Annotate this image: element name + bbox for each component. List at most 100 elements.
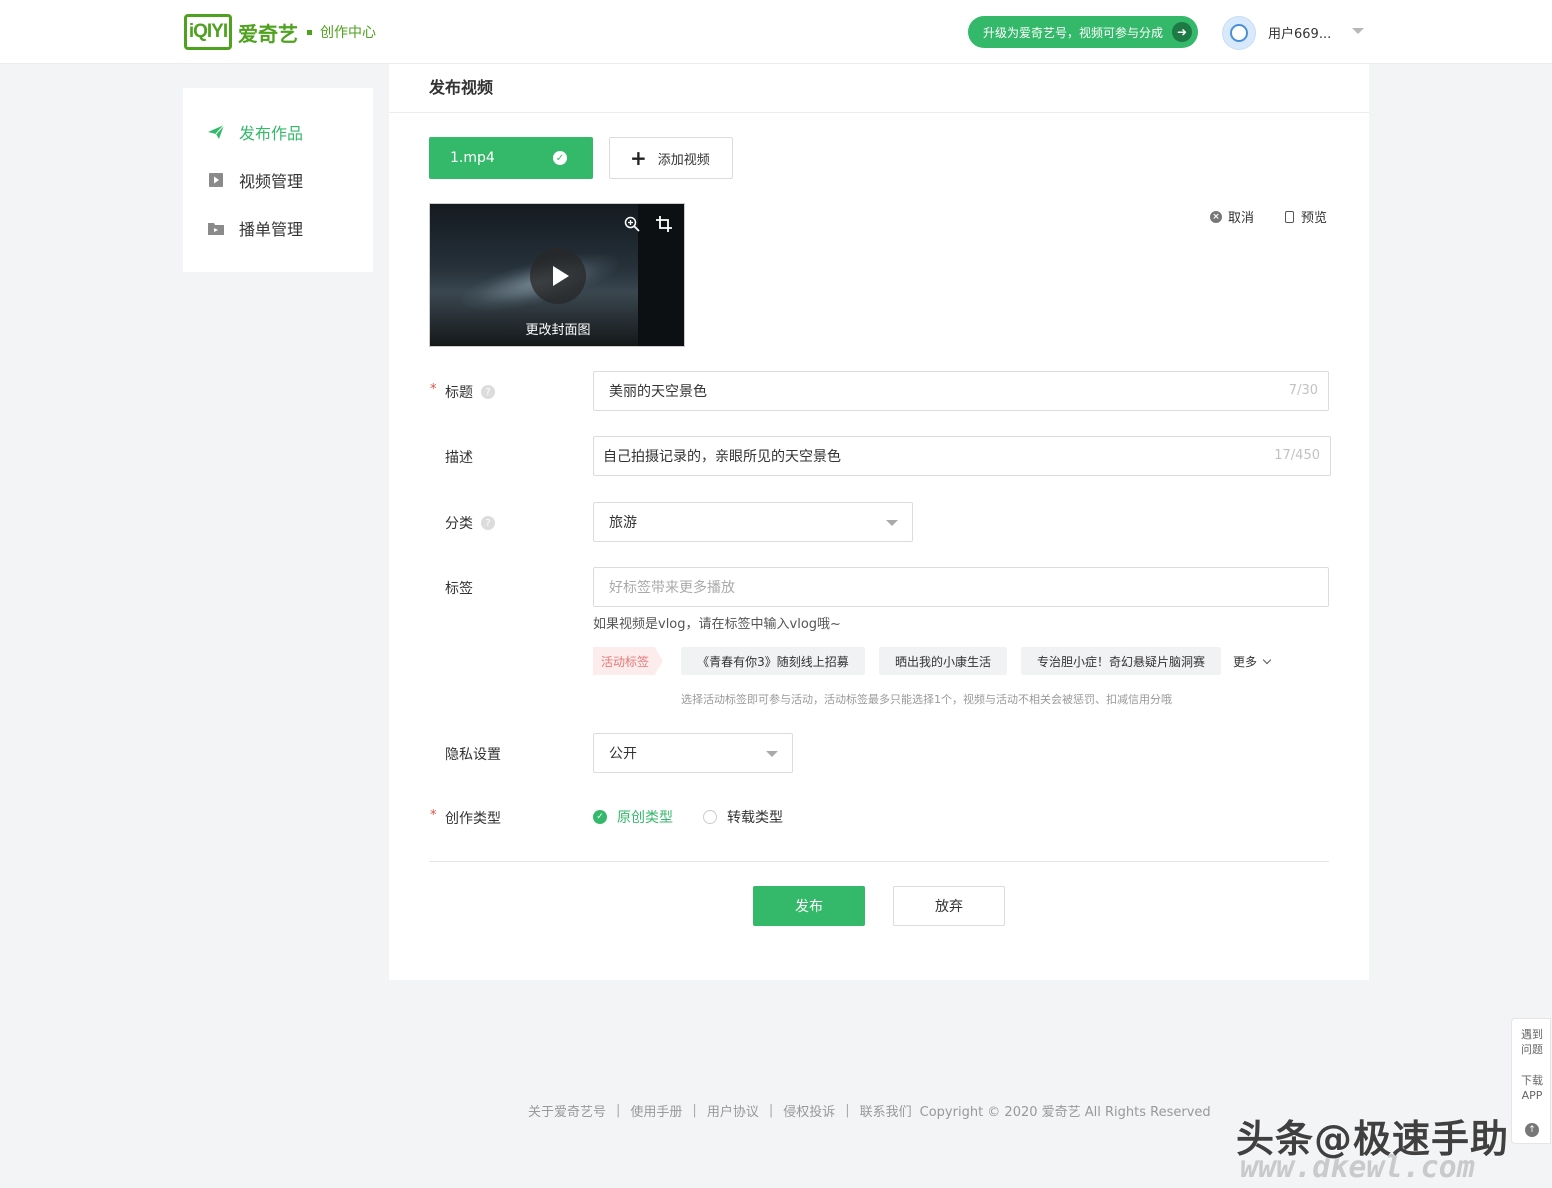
- avatar[interactable]: [1222, 16, 1256, 50]
- floating-help-panel: 遇到问题 下载APP ↑: [1511, 1018, 1551, 1144]
- sidebar-item-label: 播单管理: [239, 220, 304, 239]
- required-mark: *: [430, 382, 437, 397]
- play-button[interactable]: [530, 248, 586, 304]
- title-divider: [389, 112, 1369, 113]
- radio-repost[interactable]: 转载类型: [703, 807, 783, 827]
- upgrade-label: 升级为爱奇艺号，视频可参与分成: [983, 25, 1164, 40]
- copyright: Copyright © 2020 爱奇艺 All Rights Reserved: [919, 1105, 1211, 1120]
- video-cover-thumbnail[interactable]: 更改封面图: [429, 203, 685, 347]
- phone-icon: [1283, 210, 1295, 223]
- radio-label: 转载类型: [727, 810, 783, 826]
- privacy-value: 公开: [609, 746, 637, 762]
- footer-link-manual[interactable]: 使用手册: [630, 1101, 682, 1120]
- desc-counter: 17/450: [1274, 448, 1320, 463]
- title-label: 标题: [445, 385, 473, 401]
- sidebar-item-playlist-manage[interactable]: 播单管理: [207, 216, 303, 240]
- page-title: 发布视频: [429, 78, 494, 97]
- privacy-label: 隐私设置: [445, 747, 501, 763]
- change-cover-label[interactable]: 更改封面图: [430, 319, 684, 338]
- activity-tag[interactable]: 专治胆小症！奇幻悬疑片脑洞赛: [1021, 647, 1221, 675]
- arrow-right-icon: ➜: [1172, 22, 1192, 42]
- sidebar-item-publish[interactable]: 发布作品: [207, 120, 303, 144]
- title-input[interactable]: 美丽的天空景色 7/30: [593, 371, 1329, 411]
- tags-label-row: 标签: [445, 578, 473, 598]
- form-divider: [429, 861, 1329, 862]
- category-label: 分类: [445, 516, 473, 532]
- logo-separator-dot: [307, 29, 312, 35]
- more-label: 更多: [1233, 655, 1258, 669]
- creation-type-label: 创作类型: [445, 811, 501, 827]
- required-mark: *: [430, 808, 437, 823]
- back-to-top-icon[interactable]: ↑: [1525, 1123, 1539, 1137]
- sidebar: 发布作品 视频管理 播单管理: [183, 88, 373, 272]
- tags-hint: 如果视频是vlog，请在标签中输入vlog哦~: [593, 617, 841, 632]
- title-value: 美丽的天空景色: [609, 384, 707, 400]
- file-name: 1.mp4: [450, 150, 495, 166]
- category-label-row: 分类 ?: [445, 513, 495, 533]
- activity-tag[interactable]: 晒出我的小康生活: [879, 647, 1007, 675]
- publish-card: 发布视频 1.mp4 ✓ + 添加视频 更改封面图 × 取消 预览 * 标题 ?…: [389, 64, 1369, 980]
- download-app-button[interactable]: 下载APP: [1512, 1073, 1552, 1103]
- top-header: iQIYI 爱奇艺 创作中心 升级为爱奇艺号，视频可参与分成 ➜ 用户669..…: [0, 0, 1552, 64]
- creation-type-label-row: 创作类型: [445, 808, 501, 828]
- more-tags-button[interactable]: 更多: [1233, 653, 1272, 670]
- chevron-down-icon: [1262, 655, 1272, 665]
- logo-mark: iQIYI: [184, 14, 232, 50]
- folder-icon: [207, 219, 225, 237]
- cancel-label: 取消: [1228, 211, 1255, 226]
- radio-label: 原创类型: [617, 810, 673, 826]
- footer-separator: |: [616, 1103, 621, 1118]
- user-face-icon: [1230, 24, 1248, 42]
- category-value: 旅游: [609, 515, 637, 531]
- sidebar-item-label: 发布作品: [239, 124, 304, 143]
- title-counter: 7/30: [1288, 383, 1318, 398]
- sidebar-item-label: 视频管理: [239, 172, 304, 191]
- brand-sub: 创作中心: [320, 25, 376, 41]
- tags-input[interactable]: 好标签带来更多播放: [593, 567, 1329, 607]
- footer-link-contact[interactable]: 联系我们: [860, 1101, 912, 1120]
- video-play-icon: [207, 171, 225, 189]
- add-video-button[interactable]: + 添加视频: [609, 137, 733, 179]
- paper-plane-icon: [207, 123, 225, 141]
- cancel-button[interactable]: × 取消: [1210, 207, 1254, 226]
- username[interactable]: 用户669...: [1268, 23, 1331, 42]
- footer-separator: |: [692, 1103, 697, 1118]
- discard-button[interactable]: 放弃: [893, 886, 1005, 926]
- footer: 关于爱奇艺号 | 使用手册 | 用户协议 | 侵权投诉 | 联系我们 Copyr…: [528, 1101, 1211, 1120]
- check-circle-icon: ✓: [553, 151, 567, 165]
- radio-original[interactable]: ✓ 原创类型: [593, 807, 673, 827]
- watermark-text: 头条@极速手助: [1236, 1117, 1510, 1161]
- activity-note: 选择活动标签即可参与活动，活动标签最多只能选择1个，视频与活动不相关会被惩罚、扣…: [681, 693, 1172, 706]
- privacy-select[interactable]: 公开: [593, 733, 793, 773]
- category-select[interactable]: 旅游: [593, 502, 913, 542]
- help-icon[interactable]: ?: [481, 385, 495, 399]
- iqiyi-logo[interactable]: iQIYI 爱奇艺 创作中心: [184, 14, 376, 50]
- footer-link-agreement[interactable]: 用户协议: [707, 1101, 759, 1120]
- add-video-label: 添加视频: [657, 152, 710, 168]
- preview-button[interactable]: 预览: [1283, 207, 1327, 226]
- footer-link-about[interactable]: 关于爱奇艺号: [528, 1101, 606, 1120]
- footer-link-complaint[interactable]: 侵权投诉: [783, 1101, 835, 1120]
- feedback-button[interactable]: 遇到问题: [1512, 1027, 1552, 1057]
- chevron-down-icon[interactable]: [1352, 28, 1364, 34]
- crop-icon[interactable]: [656, 216, 672, 232]
- radio-unchecked-icon: [703, 810, 717, 824]
- zoom-in-icon[interactable]: [624, 216, 640, 232]
- chevron-down-icon: [886, 520, 898, 526]
- desc-value: 自己拍摄记录的，亲眼所见的天空景色: [603, 449, 841, 465]
- tags-placeholder: 好标签带来更多播放: [609, 580, 735, 596]
- upgrade-button[interactable]: 升级为爱奇艺号，视频可参与分成 ➜: [968, 16, 1198, 48]
- help-icon[interactable]: ?: [481, 516, 495, 530]
- file-chip[interactable]: 1.mp4 ✓: [429, 137, 593, 179]
- play-icon: [552, 266, 569, 286]
- publish-button[interactable]: 发布: [753, 886, 865, 926]
- desc-label: 描述: [445, 450, 473, 466]
- desc-label-row: 描述: [445, 447, 473, 467]
- activity-tag[interactable]: 《青春有你3》随刻线上招募: [681, 647, 865, 675]
- sidebar-item-video-manage[interactable]: 视频管理: [207, 168, 303, 192]
- activity-tag-label: 活动标签: [593, 647, 663, 675]
- footer-separator: |: [845, 1103, 850, 1118]
- title-label-row: 标题 ?: [445, 382, 495, 402]
- description-input[interactable]: 自己拍摄记录的，亲眼所见的天空景色 17/450: [593, 436, 1331, 476]
- privacy-label-row: 隐私设置: [445, 744, 501, 764]
